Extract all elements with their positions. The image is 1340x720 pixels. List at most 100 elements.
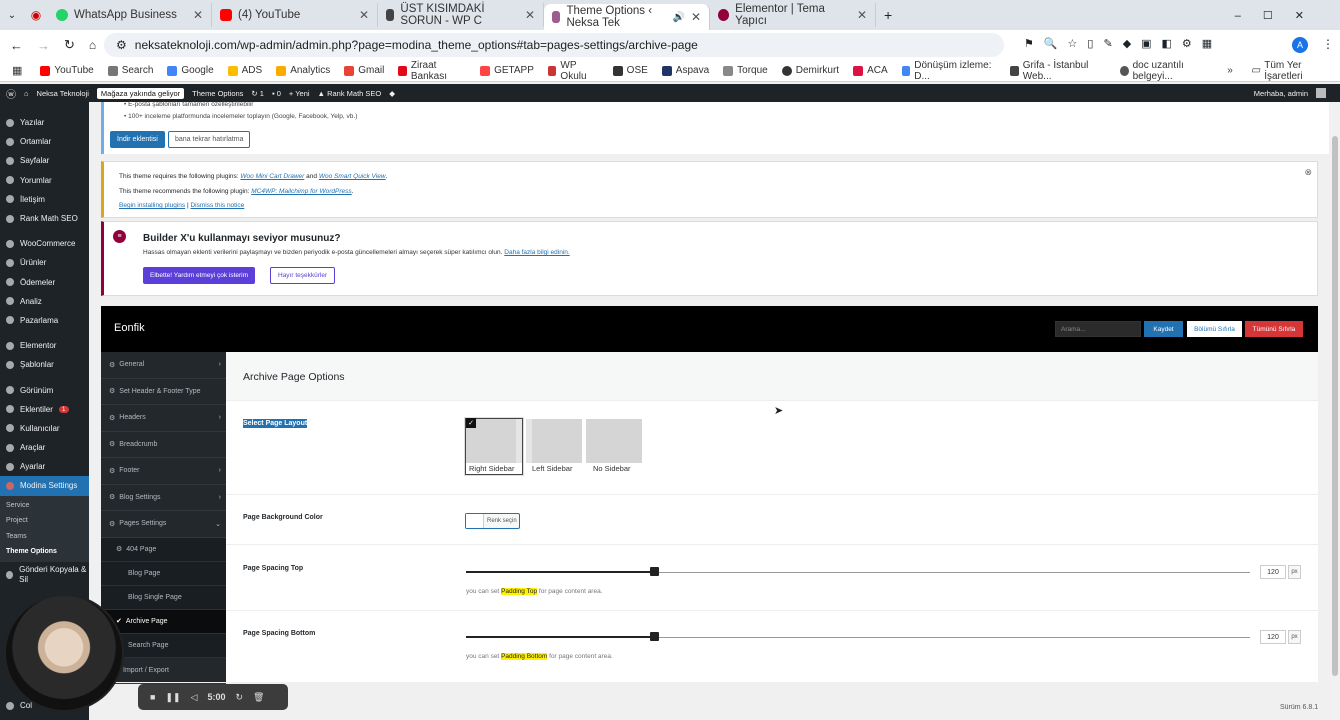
menu-urunler[interactable]: Ürünler (0, 253, 89, 272)
save-button[interactable]: Kaydet (1144, 321, 1183, 337)
close-icon[interactable]: ✕ (691, 10, 701, 24)
theme-options-link[interactable]: Theme Options (192, 89, 243, 98)
menu-rank-math[interactable]: Rank Math SEO (0, 209, 89, 228)
bookmark-wp-okulu[interactable]: WP Okulu (547, 60, 599, 82)
tab-whatsapp[interactable]: WhatsApp Business ✕ (48, 3, 212, 27)
menu-odemeler[interactable]: Ödemeler (0, 273, 89, 292)
close-icon[interactable]: ✕ (359, 8, 369, 22)
woo-quick-view-link[interactable]: Woo Smart Quick View (319, 173, 386, 180)
woo-mini-cart-link[interactable]: Woo Mini Cart Drawer (240, 173, 304, 180)
nav-headers[interactable]: ⚙ Headers › (101, 405, 226, 432)
page-scrollbar[interactable] (1330, 102, 1340, 720)
menu-kullanicilar[interactable]: Kullanıcılar (0, 419, 89, 438)
bookmark-getapp[interactable]: GETAPP (480, 65, 534, 76)
bookmark-gmail[interactable]: Gmail (344, 65, 384, 76)
rewind-icon[interactable]: ◁ (191, 692, 198, 703)
menu-gonderi-kopyala[interactable]: Gönderi Kopyala & Sil (0, 562, 89, 588)
bookmark-aca[interactable]: ACA (853, 65, 888, 76)
dismiss-x-icon[interactable]: ⊗ (1304, 167, 1312, 178)
tab-search-icon[interactable]: ⌄ (0, 10, 24, 21)
pause-icon[interactable]: ❚❚ (165, 692, 180, 703)
reset-section-button[interactable]: Bölümü Sıfırla (1187, 321, 1242, 337)
window-controls[interactable]: –☐✕ (1235, 9, 1326, 22)
all-bookmarks-folder[interactable]: ▭ Tüm Yer İşaretleri (1251, 60, 1330, 82)
menu-araclar[interactable]: Araçlar (0, 438, 89, 457)
site-home-icon[interactable]: ⌂ (24, 89, 29, 98)
bookmark-google[interactable]: Google (167, 65, 214, 76)
wordpress-icon[interactable]: ⓦ (6, 86, 16, 101)
tab-wp-issue[interactable]: ÜST KISIMDAKİ SORUN - WP C ✕ (378, 3, 544, 27)
bookmark-aspava[interactable]: Aspava (661, 65, 709, 76)
bookmark-youtube[interactable]: YouTube (40, 65, 94, 76)
delete-icon[interactable]: 🗑 (253, 692, 264, 703)
subnav-blog-page[interactable]: Blog Page (101, 561, 226, 586)
nav-breadcrumb[interactable]: ⚙ Breadcrumb (101, 432, 226, 458)
close-icon[interactable]: ✕ (193, 8, 203, 22)
learn-more-link[interactable]: Daha fazla bilgi edinin. (504, 249, 569, 256)
record-icon[interactable]: ◉ (24, 8, 48, 22)
submenu-teams[interactable]: Teams (0, 529, 89, 545)
rank-math-link[interactable]: ▲ Rank Math SEO (318, 89, 382, 98)
audio-icon[interactable]: 🔊 (672, 12, 684, 23)
nav-header-footer-type[interactable]: ⚙ Set Header & Footer Type (101, 379, 226, 405)
menu-icon[interactable]: ⋮ (1322, 37, 1334, 51)
reset-all-button[interactable]: Tümünü Sıfırla (1245, 321, 1303, 337)
diamond-icon[interactable]: ◆ (389, 89, 395, 98)
extensions-icons[interactable]: ⚑🔍☆▯✎◆▣◧⚙▦ (1024, 37, 1222, 50)
menu-ayarlar[interactable]: Ayarlar (0, 457, 89, 476)
site-name[interactable]: Neksa Teknoloji (37, 89, 89, 98)
menu-sayfalar[interactable]: Sayfalar (0, 151, 89, 170)
subnav-blog-single-page[interactable]: Blog Single Page (101, 585, 226, 610)
close-icon[interactable]: ✕ (525, 8, 535, 22)
nav-blog-settings[interactable]: ⚙ Blog Settings › (101, 485, 226, 511)
subnav-404-page[interactable]: ⚙ 404 Page (101, 537, 226, 562)
nav-footer[interactable]: ⚙ Footer › (101, 458, 226, 485)
bookmark-search[interactable]: Search (107, 65, 153, 76)
bookmark-demirkurt[interactable]: Demirkurt (781, 65, 839, 76)
updates-link[interactable]: ↻ 1 (251, 89, 264, 98)
spacing-bottom-input[interactable]: 120 (1260, 630, 1286, 644)
menu-yorumlar[interactable]: Yorumlar (0, 171, 89, 190)
download-plugin-button[interactable]: İndir eklentisi (110, 131, 165, 148)
site-info-icon[interactable]: ⚙ (116, 38, 127, 52)
new-tab-icon[interactable]: + (884, 7, 892, 23)
menu-modina-settings[interactable]: Modina Settings (0, 476, 89, 496)
home-icon[interactable]: ⌂ (89, 38, 96, 52)
remind-later-button[interactable]: bana tekrar hatırlatma (168, 131, 251, 148)
menu-yazilar[interactable]: Yazılar (0, 113, 89, 132)
menu-gorunum[interactable]: Görünüm (0, 380, 89, 399)
dismiss-notice-link[interactable]: Dismiss this notice (190, 202, 244, 209)
bookmark-ose[interactable]: OSE (612, 65, 648, 76)
new-link[interactable]: + Yeni (289, 89, 310, 98)
close-icon[interactable]: ✕ (857, 8, 867, 22)
bookmark-torque[interactable]: Torque (723, 65, 768, 76)
no-thanks-button[interactable]: Hayır teşekkürler (270, 267, 336, 284)
comments-link[interactable]: ▪ 0 (272, 89, 281, 98)
back-icon[interactable]: ← (10, 38, 23, 53)
store-status-chip[interactable]: Mağaza yakında geliyor (96, 87, 185, 99)
bookmark-ziraat[interactable]: Ziraat Bankası (398, 60, 466, 82)
greeting[interactable]: Merhaba, admin (1254, 89, 1308, 98)
scrollbar-thumb[interactable] (1332, 136, 1338, 676)
layout-left-sidebar[interactable] (526, 419, 582, 463)
mc4wp-link[interactable]: MC4WP: Mailchimp for WordPress (251, 188, 351, 195)
profile-avatar[interactable]: A (1292, 37, 1308, 53)
menu-pazarlama[interactable]: Pazarlama (0, 311, 89, 330)
menu-elementor[interactable]: Elementor (0, 336, 89, 355)
bookmark-doc[interactable]: doc uzantılı belgeyi... (1120, 60, 1213, 82)
spacing-top-slider-handle[interactable] (650, 567, 659, 576)
begin-installing-link[interactable]: Begin installing plugins (119, 202, 185, 209)
subnav-archive-page[interactable]: ✔ Archive Page (101, 609, 226, 634)
menu-iletisim[interactable]: İletişim (0, 190, 89, 209)
apps-icon[interactable]: ▦ (12, 64, 22, 77)
more-bookmarks-icon[interactable]: » (1227, 65, 1233, 76)
forward-icon[interactable]: → (37, 38, 50, 53)
color-picker-button[interactable]: Renk seçin (465, 513, 520, 529)
bookmark-donusum[interactable]: Dönüşüm izleme: D... (901, 60, 997, 82)
restart-icon[interactable]: ↻ (235, 692, 243, 703)
tab-elementor[interactable]: Elementor | Tema Yapıcı ✕ (710, 3, 876, 27)
menu-eklentiler[interactable]: Eklentiler 1 (0, 400, 89, 419)
menu-ortamlar[interactable]: Ortamlar (0, 132, 89, 151)
avatar[interactable] (1316, 88, 1326, 98)
menu-analiz[interactable]: Analiz (0, 292, 89, 311)
